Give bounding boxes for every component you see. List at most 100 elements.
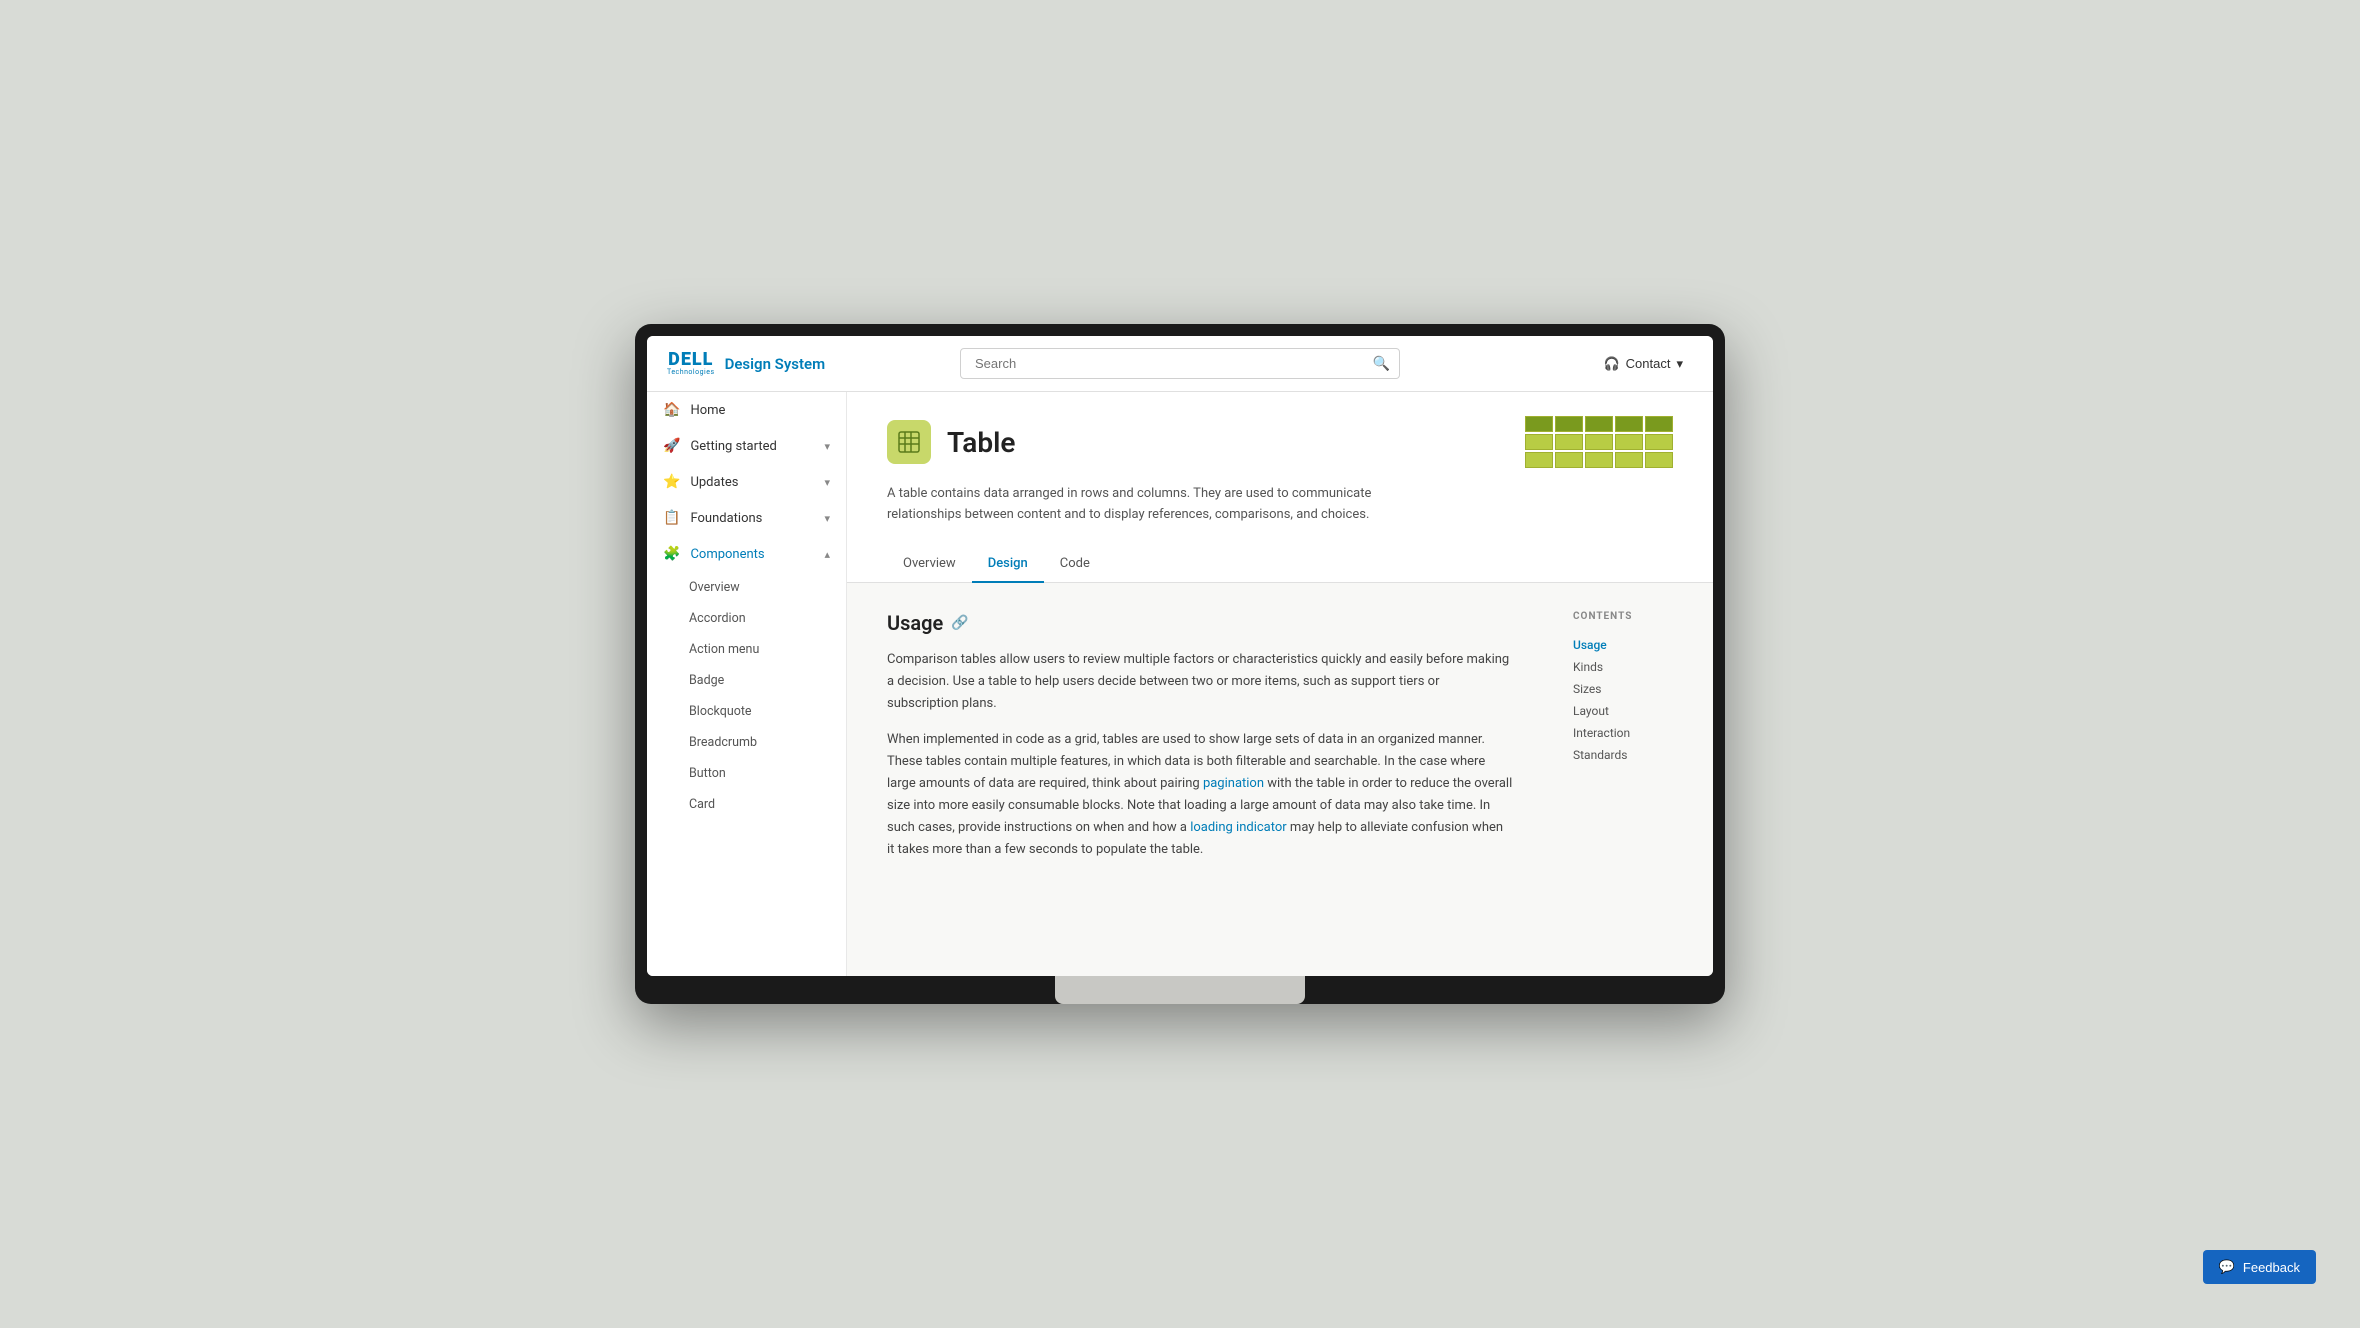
sidebar-sub-label: Badge: [689, 673, 724, 688]
table-icon: [897, 430, 921, 454]
thumb-cell: [1555, 452, 1583, 468]
sidebar-sub-item-action-menu[interactable]: Action menu: [647, 634, 846, 665]
toc-item-layout[interactable]: Layout: [1573, 700, 1693, 722]
monitor-stand: [1055, 976, 1305, 1004]
section-title: Usage: [887, 611, 943, 635]
sidebar-item-updates[interactable]: ⭐ Updates ▾: [647, 464, 846, 500]
toc-item-kinds[interactable]: Kinds: [1573, 656, 1693, 678]
page-description: A table contains data arranged in rows a…: [887, 484, 1387, 526]
thumb-cell: [1555, 434, 1583, 450]
usage-para1: Comparison tables allow users to review …: [887, 649, 1513, 715]
thumb-cell: [1585, 416, 1613, 432]
chevron-up-icon: ▴: [824, 548, 830, 561]
foundations-icon: 📋: [663, 510, 680, 526]
logo-area: DELL Technologies Design System: [667, 351, 867, 376]
page-icon: [887, 420, 931, 464]
sidebar-sub-label: Blockquote: [689, 704, 752, 719]
headset-icon: 🎧: [1603, 356, 1619, 372]
sidebar-sub-label: Button: [689, 766, 726, 781]
pagination-link[interactable]: pagination: [1203, 776, 1264, 791]
sidebar-sub-label: Breadcrumb: [689, 735, 757, 750]
sidebar: 🏠 Home 🚀 Getting started ▾ ⭐ Updates ▾ 📋…: [647, 392, 847, 976]
toc-title: CONTENTS: [1573, 611, 1693, 622]
home-icon: 🏠: [663, 402, 680, 418]
dell-logo-sub: Technologies: [667, 369, 715, 376]
thumb-cell: [1615, 434, 1643, 450]
sidebar-sub-item-accordion[interactable]: Accordion: [647, 603, 846, 634]
loading-indicator-link[interactable]: loading indicator: [1190, 820, 1287, 835]
thumb-cell: [1615, 452, 1643, 468]
sidebar-item-getting-started[interactable]: 🚀 Getting started ▾: [647, 428, 846, 464]
sidebar-item-label: Home: [690, 403, 725, 418]
getting-started-icon: 🚀: [663, 438, 680, 454]
sidebar-item-home[interactable]: 🏠 Home: [647, 392, 846, 428]
monitor: DELL Technologies Design System 🔍 🎧 Cont…: [635, 324, 1725, 1004]
thumb-cell: [1525, 416, 1553, 432]
header: DELL Technologies Design System 🔍 🎧 Cont…: [647, 336, 1713, 392]
toc-item-sizes[interactable]: Sizes: [1573, 678, 1693, 700]
section-title-row: Usage 🔗: [887, 611, 1513, 635]
sidebar-item-label: Getting started: [690, 439, 776, 454]
sidebar-sub-label: Accordion: [689, 611, 746, 626]
chevron-down-icon: ▾: [824, 512, 830, 525]
sidebar-sub-item-overview[interactable]: Overview: [647, 572, 846, 603]
main-layout: 🏠 Home 🚀 Getting started ▾ ⭐ Updates ▾ 📋…: [647, 392, 1713, 976]
thumb-cell: [1645, 434, 1673, 450]
sidebar-item-label: Updates: [690, 475, 738, 490]
content: Table: [847, 392, 1713, 976]
search-input[interactable]: [960, 348, 1400, 379]
components-icon: 🧩: [663, 546, 680, 562]
sidebar-item-foundations[interactable]: 📋 Foundations ▾: [647, 500, 846, 536]
thumb-cell: [1585, 452, 1613, 468]
thumb-cell: [1555, 416, 1583, 432]
toc-item-interaction[interactable]: Interaction: [1573, 722, 1693, 744]
sidebar-sub-item-button[interactable]: Button: [647, 758, 846, 789]
tab-design[interactable]: Design: [972, 546, 1044, 583]
thumb-cell: [1525, 452, 1553, 468]
tab-code[interactable]: Code: [1044, 546, 1106, 583]
sidebar-sub-item-card[interactable]: Card: [647, 789, 846, 820]
sidebar-item-components[interactable]: 🧩 Components ▴: [647, 536, 846, 572]
sidebar-item-label: Foundations: [690, 511, 762, 526]
table-thumbnail: [1525, 416, 1673, 468]
header-right: 🎧 Contact ▾: [1493, 350, 1693, 378]
usage-para2: When implemented in code as a grid, tabl…: [887, 729, 1513, 862]
sidebar-sub-item-blockquote[interactable]: Blockquote: [647, 696, 846, 727]
thumb-cell: [1585, 434, 1613, 450]
page-header: Table: [847, 392, 1713, 583]
sidebar-sub-label: Action menu: [689, 642, 759, 657]
chevron-down-icon: ▾: [824, 440, 830, 453]
search-icon: 🔍: [1373, 356, 1390, 372]
page-title-row: Table: [887, 416, 1673, 468]
main-content: Usage 🔗 Comparison tables allow users to…: [847, 583, 1553, 904]
sidebar-sub-item-badge[interactable]: Badge: [647, 665, 846, 696]
contact-label: Contact: [1626, 356, 1671, 371]
screen: DELL Technologies Design System 🔍 🎧 Cont…: [647, 336, 1713, 976]
tab-overview[interactable]: Overview: [887, 546, 972, 583]
thumb-cell: [1525, 434, 1553, 450]
anchor-icon[interactable]: 🔗: [951, 615, 968, 631]
sidebar-sub-item-breadcrumb[interactable]: Breadcrumb: [647, 727, 846, 758]
dell-logo-text: DELL: [668, 351, 713, 369]
toc-item-usage[interactable]: Usage: [1573, 634, 1693, 656]
updates-icon: ⭐: [663, 474, 680, 490]
thumb-cell: [1615, 416, 1643, 432]
dell-logo: DELL Technologies: [667, 351, 715, 376]
toc: CONTENTS Usage Kinds Sizes Layout Intera…: [1553, 583, 1713, 904]
chevron-down-icon: ▾: [824, 476, 830, 489]
content-area: Table: [847, 392, 1713, 976]
sidebar-sub-label: Card: [689, 797, 715, 812]
page-title-left: Table: [887, 420, 1015, 464]
thumb-cell: [1645, 452, 1673, 468]
tabs: Overview Design Code: [887, 546, 1673, 582]
content-body: Usage 🔗 Comparison tables allow users to…: [847, 583, 1713, 904]
page-title: Table: [947, 426, 1015, 459]
thumb-cell: [1645, 416, 1673, 432]
search-bar: 🔍: [960, 348, 1400, 379]
sidebar-sub-label: Overview: [689, 580, 740, 595]
toc-item-standards[interactable]: Standards: [1573, 744, 1693, 766]
brand-name: Design System: [725, 355, 826, 373]
sidebar-item-label: Components: [690, 547, 764, 562]
chevron-down-icon: ▾: [1676, 356, 1683, 372]
contact-button[interactable]: 🎧 Contact ▾: [1593, 350, 1693, 378]
